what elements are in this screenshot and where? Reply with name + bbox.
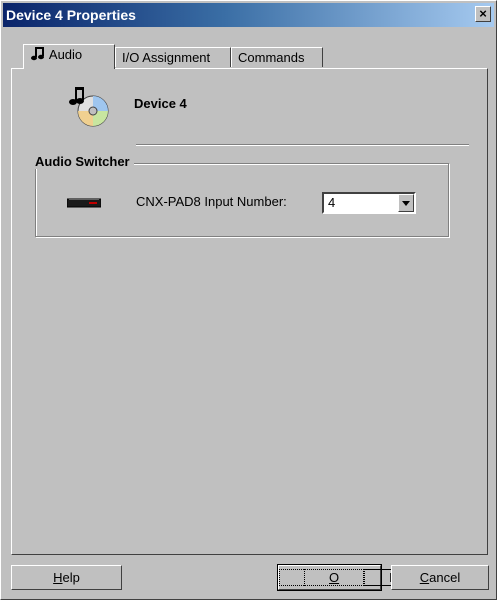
audio-switcher-title: Audio Switcher (35, 154, 134, 169)
cancel-label-rest: ancel (429, 570, 461, 585)
title-bar[interactable]: Device 4 Properties × (3, 3, 494, 27)
dropdown-arrow-button[interactable] (398, 194, 414, 212)
switcher-device-icon (67, 198, 101, 208)
close-button[interactable]: × (475, 6, 491, 22)
cancel-mnemonic: C (419, 570, 430, 585)
tab-io-assignment[interactable]: I/O Assignment (115, 47, 231, 67)
input-number-select[interactable]: 4 (322, 192, 416, 214)
cd-music-icon (69, 87, 109, 127)
window-title: Device 4 Properties (6, 7, 136, 23)
tab-panel (11, 68, 488, 555)
ok-button[interactable]: OK (277, 564, 448, 591)
properties-dialog: Device 4 Properties × Audio I/O Assignme… (0, 0, 497, 600)
music-note-icon (31, 47, 44, 61)
tab-audio-label: Audio (48, 47, 83, 62)
tab-audio[interactable]: Audio (23, 44, 115, 69)
ok-mnemonic: O (304, 569, 365, 586)
help-label-rest: elp (62, 570, 80, 585)
device-name: Device 4 (134, 96, 187, 111)
tab-commands[interactable]: Commands (231, 47, 323, 67)
input-number-value: 4 (328, 195, 336, 210)
help-button[interactable]: Help (11, 565, 122, 590)
cancel-button[interactable]: Cancel (391, 565, 489, 590)
tab-io-assignment-label: I/O Assignment (122, 50, 211, 65)
input-number-label: CNX-PAD8 Input Number: (136, 194, 287, 209)
help-mnemonic: H (53, 570, 63, 585)
separator (136, 144, 469, 146)
tab-commands-label: Commands (238, 50, 305, 65)
